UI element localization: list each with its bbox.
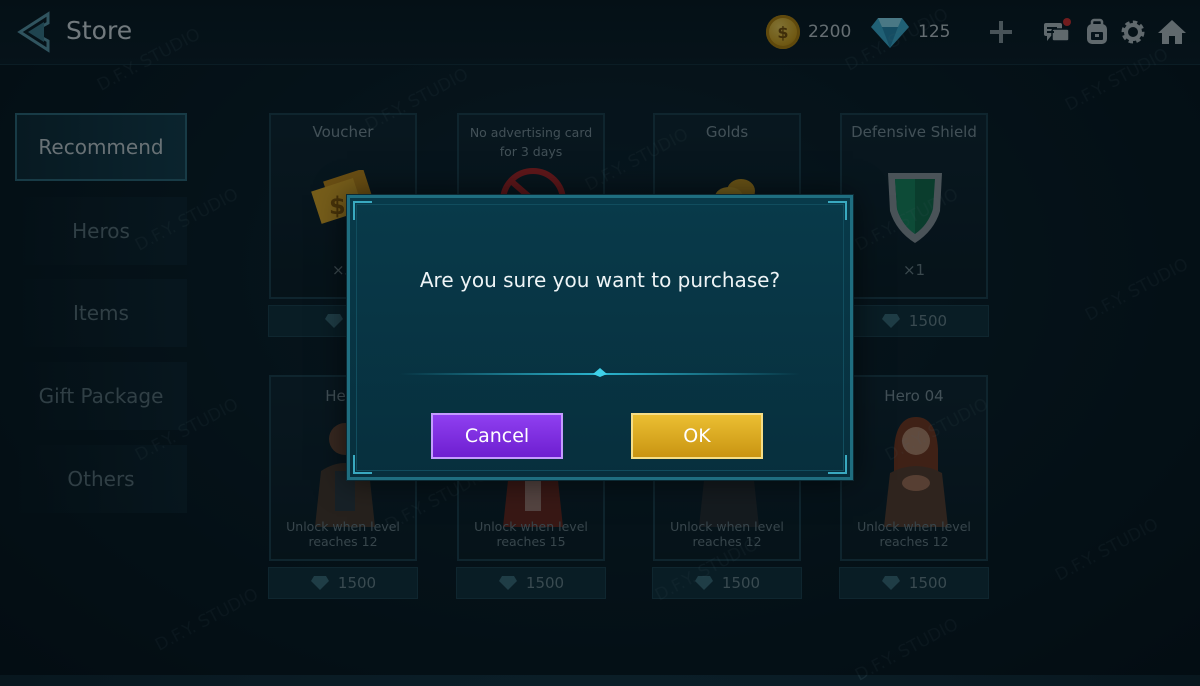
purchase-confirm-dialog: Are you sure you want to purchase? Cance…: [347, 195, 853, 480]
dialog-message: Are you sure you want to purchase?: [419, 268, 781, 292]
dialog-divider: [400, 368, 800, 377]
ok-button[interactable]: OK: [631, 413, 763, 459]
cancel-button[interactable]: Cancel: [431, 413, 563, 459]
dialog-corner-ornaments: [353, 201, 847, 474]
